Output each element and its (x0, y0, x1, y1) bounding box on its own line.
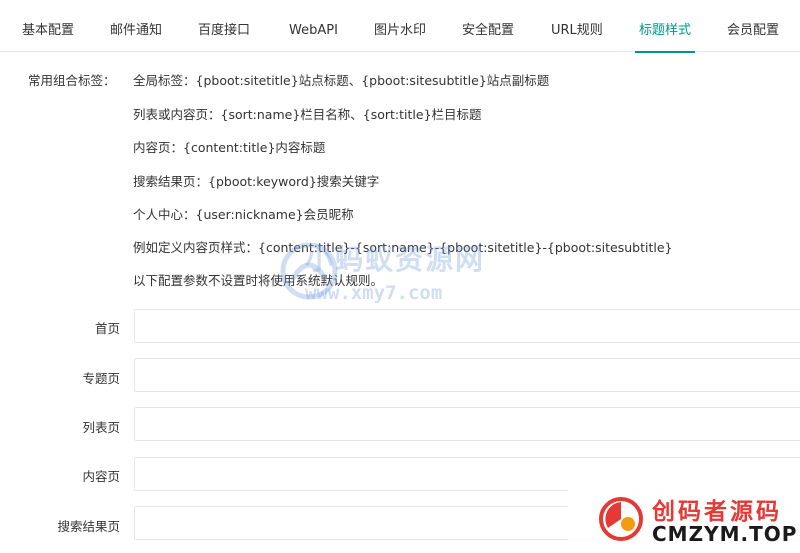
info-line-list-content: 列表或内容页：{sort:name}栏目名称、{sort:title}栏目标题 (133, 107, 482, 122)
tab-title-style[interactable]: 标题样式 (634, 0, 696, 53)
tab-member-config[interactable]: 会员配置 (727, 0, 779, 52)
info-line-global: 全局标签：{pboot:sitetitle}站点标题、{pboot:sitesu… (133, 73, 550, 88)
home-page-input[interactable] (134, 309, 800, 343)
content-page-input[interactable] (134, 457, 800, 491)
corner-watermark: 创码者源码 CMZYM.TOP (568, 488, 800, 553)
common-tags-label: 常用组合标签： (28, 73, 116, 88)
corner-watermark-title: 创码者源码 (652, 499, 782, 525)
info-line-user: 个人中心：{user:nickname}会员昵称 (133, 207, 354, 222)
tab-webapi[interactable]: WebAPI (289, 0, 338, 52)
list-page-input[interactable] (134, 407, 800, 441)
info-line-search: 搜索结果页：{pboot:keyword}搜索关键字 (133, 174, 380, 189)
corner-watermark-sub: CMZYM.TOP (652, 522, 798, 546)
tab-baidu-api[interactable]: 百度接口 (198, 0, 250, 52)
info-line-content: 内容页：{content:title}内容标题 (133, 140, 326, 155)
tab-image-watermark[interactable]: 图片水印 (374, 0, 426, 52)
tab-bar: 基本配置 邮件通知 百度接口 WebAPI 图片水印 安全配置 URL规则 标题… (0, 0, 800, 53)
brand-logo-icon (599, 497, 643, 541)
tab-url-rules[interactable]: URL规则 (551, 0, 603, 52)
home-page-label: 首页 (94, 321, 120, 336)
info-line-default-note: 以下配置参数不设置时将使用系统默认规则。 (133, 273, 384, 288)
tab-security-config[interactable]: 安全配置 (462, 0, 514, 52)
search-page-label: 搜索结果页 (57, 519, 120, 534)
tab-basic-config[interactable]: 基本配置 (22, 0, 74, 52)
topic-page-input[interactable] (134, 358, 800, 392)
topic-page-label: 专题页 (82, 371, 120, 386)
info-line-example: 例如定义内容页样式：{content:title}-{sort:name}-{p… (133, 240, 673, 255)
list-page-label: 列表页 (82, 420, 120, 435)
tab-mail-notify[interactable]: 邮件通知 (110, 0, 162, 52)
content-page-label: 内容页 (82, 469, 120, 484)
